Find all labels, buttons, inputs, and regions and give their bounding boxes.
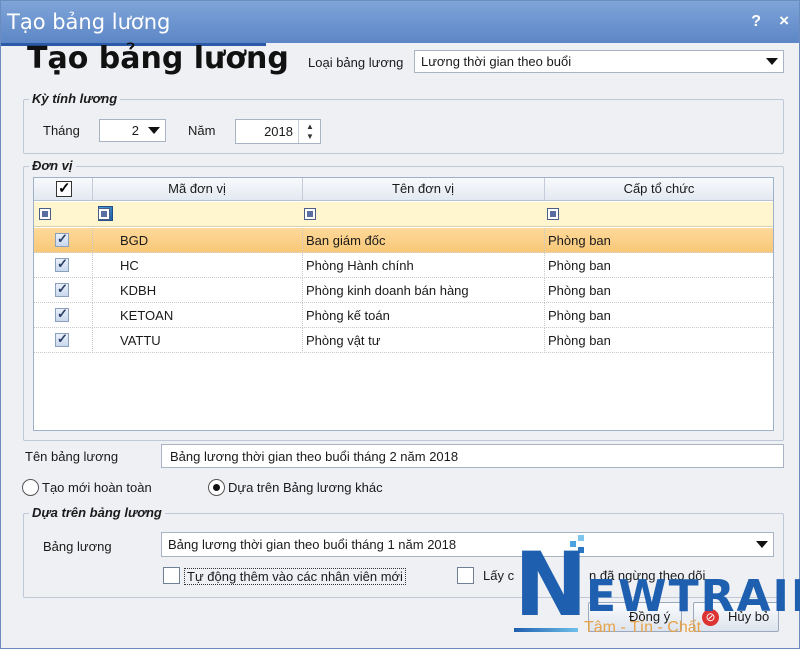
help-button[interactable]: ?: [751, 13, 761, 31]
ten-bang-luong-input[interactable]: Bảng lương thời gian theo buổi tháng 2 n…: [161, 444, 784, 468]
checkmark-icon: ✓: [57, 331, 68, 346]
checkmark-icon: ✓: [57, 306, 68, 321]
table-row[interactable]: ✓ VATTU Phòng vật tư Phòng ban: [34, 328, 773, 353]
bang-luong-label: Bảng lương: [43, 539, 112, 554]
cell-cap: Phòng ban: [548, 308, 611, 323]
dialog-window: Tạo bảng lương ? × Tạo bảng lương Loại b…: [0, 0, 800, 649]
tao-moi-radio[interactable]: [22, 479, 39, 496]
logo-slogan: Tâm - Tín - Chất: [584, 619, 702, 636]
cell-ten: Ban giám đốc: [306, 233, 386, 248]
column-header-ten-don-vi[interactable]: Tên đơn vị: [302, 181, 544, 196]
grid-header: ✓ Mã đơn vị Tên đơn vị Cấp tổ chức: [34, 178, 773, 201]
checkmark-icon: ✓: [58, 180, 71, 197]
filter-row: [34, 202, 773, 227]
don-vi-grid: ✓ Mã đơn vị Tên đơn vị Cấp tổ chức ✓ BGD…: [33, 177, 774, 431]
checkmark-icon: ✓: [57, 231, 68, 246]
close-button[interactable]: ×: [779, 11, 789, 31]
cell-cap: Phòng ban: [548, 283, 611, 298]
table-row[interactable]: ✓ KDBH Phòng kinh doanh bán hàng Phòng b…: [34, 278, 773, 303]
cell-ten: Phòng kế toán: [306, 308, 390, 323]
logo-wordmark: EWTRAIN: [586, 571, 800, 622]
chevron-down-icon[interactable]: [143, 120, 165, 141]
cell-ma: KDBH: [120, 283, 157, 298]
cell-ten: Phòng vật tư: [306, 333, 381, 348]
page-title: Tạo bảng lương: [27, 41, 289, 76]
bang-luong-value: Bảng lương thời gian theo buổi tháng 1 n…: [168, 537, 457, 552]
ky-tinh-luong-title: Kỳ tính lương: [29, 91, 121, 106]
column-header-cap-to-chuc[interactable]: Cấp tổ chức: [544, 181, 774, 196]
filter-ma-icon[interactable]: [98, 208, 110, 220]
cell-cap: Phòng ban: [548, 258, 611, 273]
chevron-down-icon[interactable]: [761, 51, 783, 72]
row-checkbox[interactable]: ✓: [55, 306, 69, 322]
thang-select[interactable]: 2: [99, 119, 166, 142]
tu-dong-label[interactable]: Tự động thêm vào các nhân viên mới: [184, 568, 406, 585]
filter-cap-icon[interactable]: [547, 208, 559, 220]
don-vi-title: Đơn vị: [29, 158, 76, 173]
table-row[interactable]: ✓ HC Phòng Hành chính Phòng ban: [34, 253, 773, 278]
cell-ma: HC: [120, 258, 139, 273]
dua-tren-title: Dựa trên bảng lương: [29, 505, 165, 520]
thang-label: Tháng: [43, 123, 80, 138]
table-row[interactable]: ✓ KETOAN Phòng kế toán Phòng ban: [34, 303, 773, 328]
filter-icon[interactable]: [39, 208, 51, 220]
table-row[interactable]: ✓ BGD Ban giám đốc Phòng ban: [34, 228, 773, 253]
nam-value: 2018: [264, 124, 293, 139]
cell-ma: VATTU: [120, 333, 161, 348]
cell-ten: Phòng kinh doanh bán hàng: [306, 283, 469, 298]
title-bar: Tạo bảng lương ? ×: [1, 1, 799, 43]
tao-moi-label[interactable]: Tạo mới hoàn toàn: [42, 480, 152, 495]
loai-bang-luong-value: Lương thời gian theo buổi: [421, 54, 572, 69]
dua-tren-radio[interactable]: [208, 479, 225, 496]
dua-tren-label[interactable]: Dựa trên Bảng lương khác: [228, 480, 383, 495]
thang-value: 2: [131, 123, 139, 138]
newtrain-logo: N EWTRAIN Tâm - Tín - Chất: [508, 533, 800, 643]
window-title: Tạo bảng lương: [7, 10, 171, 34]
loai-bang-luong-select[interactable]: Lương thời gian theo buổi: [414, 50, 784, 73]
nam-label: Năm: [188, 123, 216, 138]
lay-ca-checkbox[interactable]: [457, 567, 474, 584]
nam-spin-buttons[interactable]: ▲ ▼: [298, 120, 320, 143]
tu-dong-checkbox[interactable]: [163, 567, 180, 584]
spin-down-icon[interactable]: ▼: [306, 132, 314, 141]
row-checkbox[interactable]: ✓: [55, 231, 69, 247]
loai-bang-luong-label: Loại bảng lương: [308, 55, 404, 70]
ten-bang-luong-label: Tên bảng lương: [25, 449, 119, 464]
cell-cap: Phòng ban: [548, 333, 611, 348]
checkmark-icon: ✓: [57, 281, 68, 296]
cell-cap: Phòng ban: [548, 233, 611, 248]
column-header-ma-don-vi[interactable]: Mã đơn vị: [92, 181, 302, 196]
cell-ma: KETOAN: [120, 308, 174, 323]
select-all-checkbox[interactable]: ✓: [56, 180, 72, 197]
checkmark-icon: ✓: [57, 256, 68, 271]
spin-up-icon[interactable]: ▲: [306, 122, 314, 131]
filter-ten-icon[interactable]: [304, 208, 316, 220]
logo-letter-n: N: [514, 533, 588, 636]
row-checkbox[interactable]: ✓: [55, 281, 69, 297]
row-checkbox[interactable]: ✓: [55, 331, 69, 347]
row-checkbox[interactable]: ✓: [55, 256, 69, 272]
cell-ma: BGD: [120, 233, 149, 248]
ten-bang-luong-value: Bảng lương thời gian theo buổi tháng 2 n…: [170, 449, 459, 464]
cell-ten: Phòng Hành chính: [306, 258, 414, 273]
